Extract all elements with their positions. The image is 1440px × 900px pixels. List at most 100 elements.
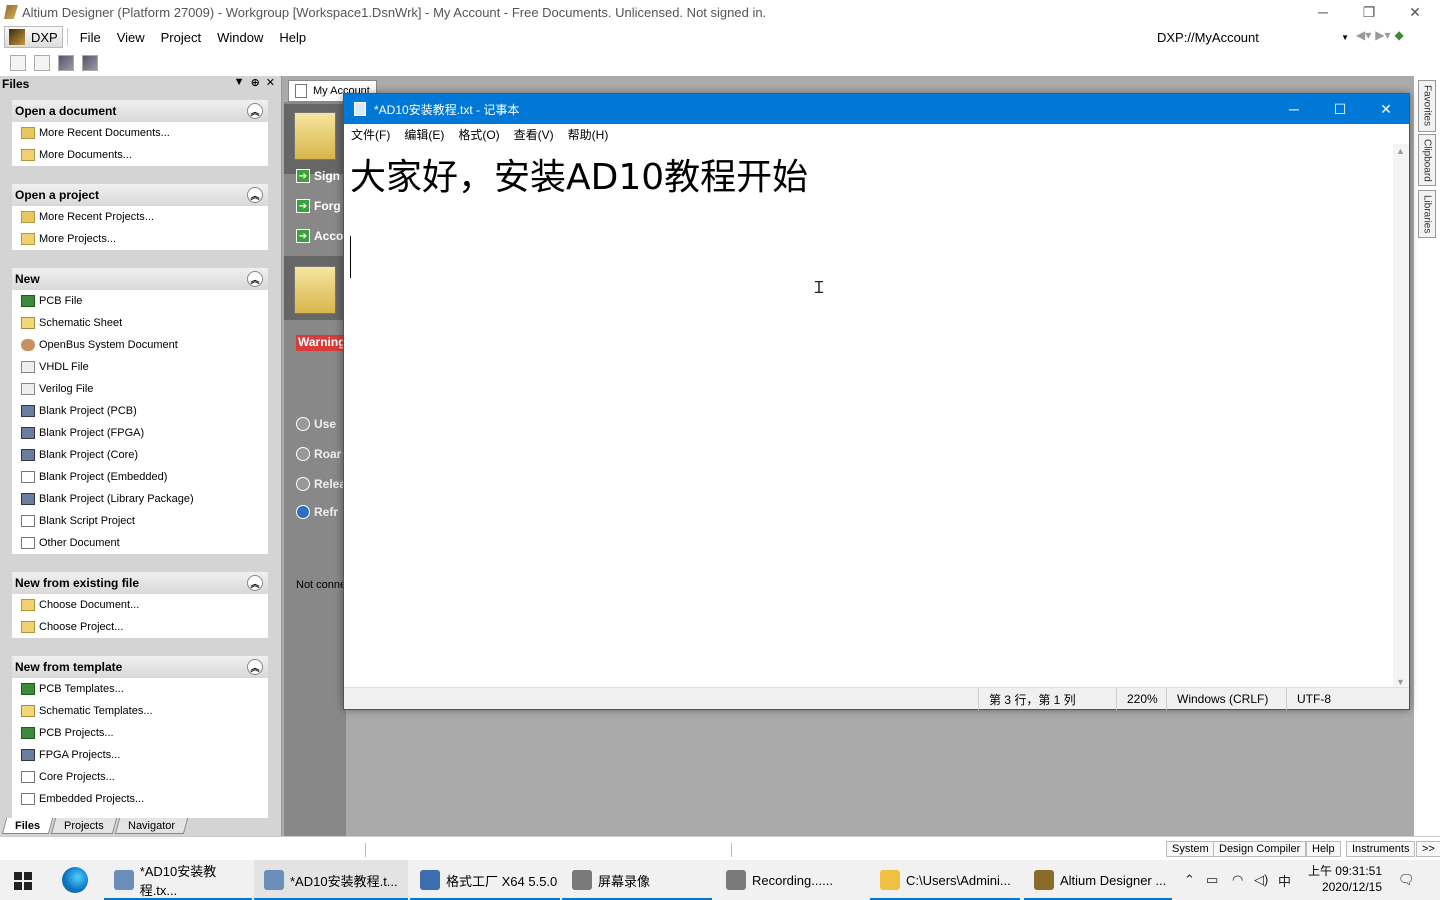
panel-menu-icon[interactable]: ▼: [234, 76, 245, 89]
scroll-up-icon[interactable]: ▲: [1396, 146, 1405, 156]
tab-files[interactable]: Files: [1, 818, 54, 834]
use-link[interactable]: Use: [296, 415, 336, 433]
refresh-link[interactable]: Refr: [296, 503, 338, 521]
forward-icon[interactable]: ▶▾: [1375, 28, 1390, 42]
section-header[interactable]: New from template ︽: [12, 656, 268, 678]
list-item[interactable]: VHDL File: [12, 356, 268, 378]
taskbar-item-altium[interactable]: Altium Designer ...: [1024, 860, 1172, 900]
dxp-menu[interactable]: DXP: [4, 26, 63, 48]
help-panel-button[interactable]: Help: [1306, 841, 1341, 857]
notepad-close-button[interactable]: ✕: [1363, 94, 1409, 124]
roam-link[interactable]: Roar: [296, 445, 341, 463]
taskbar-item-format-factory[interactable]: 格式工厂 X64 5.5.0: [410, 860, 560, 900]
section-header[interactable]: New from existing file ︽: [12, 572, 268, 594]
tab-libraries[interactable]: Libraries: [1418, 190, 1436, 238]
collapse-icon[interactable]: ︽: [247, 575, 263, 591]
menu-window[interactable]: Window: [209, 30, 271, 45]
forgot-link[interactable]: ➔ Forg: [296, 197, 341, 215]
chevron-down-icon[interactable]: ▼: [1341, 33, 1349, 42]
list-item[interactable]: Blank Script Project: [12, 510, 268, 532]
notepad-text-area[interactable]: 大家好，安装AD10教程开始 Ｉ: [344, 144, 1394, 689]
list-item[interactable]: Core Projects...: [12, 766, 268, 788]
menu-file-cn[interactable]: 文件(F): [351, 126, 390, 143]
device-icon[interactable]: [82, 55, 98, 71]
more-panels-button[interactable]: >>: [1416, 841, 1440, 857]
list-item[interactable]: PCB Templates...: [12, 678, 268, 700]
list-item[interactable]: OpenBus System Document: [12, 334, 268, 356]
notepad-vertical-scrollbar[interactable]: ▲ ▼: [1393, 144, 1409, 689]
list-item[interactable]: Embedded Projects...: [12, 788, 268, 810]
taskbar-item-notepad-1[interactable]: *AD10安装教程.tx...: [104, 860, 252, 900]
collapse-icon[interactable]: ︽: [247, 103, 263, 119]
system-panel-button[interactable]: System: [1166, 841, 1215, 857]
edge-browser-icon[interactable]: [62, 867, 88, 893]
tab-favorites[interactable]: Favorites: [1418, 80, 1436, 132]
notepad-maximize-button[interactable]: ☐: [1317, 94, 1363, 124]
list-item[interactable]: Blank Project (PCB): [12, 400, 268, 422]
list-item[interactable]: Blank Project (Embedded): [12, 466, 268, 488]
list-item[interactable]: Verilog File: [12, 378, 268, 400]
scroll-down-icon[interactable]: ▼: [1396, 677, 1405, 687]
close-button[interactable]: ✕: [1392, 0, 1438, 24]
sign-in-link[interactable]: ➔ Sign: [296, 167, 340, 185]
taskbar-item-explorer[interactable]: C:\Users\Admini...: [870, 860, 1020, 900]
list-item[interactable]: More Recent Documents...: [12, 122, 268, 144]
menu-file[interactable]: File: [72, 30, 109, 45]
pin-icon[interactable]: ⊕: [251, 76, 260, 89]
open-file-icon[interactable]: [34, 55, 50, 71]
address-bar[interactable]: DXP://MyAccount ▼: [1150, 26, 1354, 48]
new-file-icon[interactable]: [10, 55, 26, 71]
wifi-icon[interactable]: ◠: [1232, 860, 1243, 900]
list-item[interactable]: More Projects...: [12, 228, 268, 250]
notepad-minimize-button[interactable]: ─: [1271, 94, 1317, 124]
list-item[interactable]: More Recent Projects...: [12, 206, 268, 228]
list-item[interactable]: Blank Project (Library Package): [12, 488, 268, 510]
account-link[interactable]: ➔ Acco: [296, 227, 343, 245]
taskbar-item-notepad-2[interactable]: *AD10安装教程.t...: [254, 860, 408, 900]
section-header[interactable]: Open a project ︽: [12, 184, 268, 206]
menu-edit-cn[interactable]: 编辑(E): [404, 126, 444, 143]
list-item[interactable]: More Documents...: [12, 144, 268, 166]
notification-icon[interactable]: 🗨: [1398, 860, 1415, 900]
menu-help-cn[interactable]: 帮助(H): [568, 126, 609, 143]
home-icon[interactable]: ◆: [1395, 28, 1404, 42]
collapse-icon[interactable]: ︽: [247, 271, 263, 287]
menu-view-cn[interactable]: 查看(V): [514, 126, 554, 143]
volume-icon[interactable]: ◁): [1254, 860, 1268, 900]
taskbar-item-recording[interactable]: Recording......: [716, 860, 866, 900]
instruments-button[interactable]: Instruments: [1346, 841, 1416, 857]
list-item[interactable]: Blank Project (FPGA): [12, 422, 268, 444]
collapse-icon[interactable]: ︽: [247, 187, 263, 203]
minimize-button[interactable]: ─: [1300, 0, 1346, 24]
menu-view[interactable]: View: [109, 30, 153, 45]
list-item[interactable]: Schematic Sheet: [12, 312, 268, 334]
taskbar-clock[interactable]: 上午 09:31:51 2020/12/15: [1302, 863, 1382, 895]
design-compiler-button[interactable]: Design Compiler: [1213, 841, 1307, 857]
panel-close-icon[interactable]: ✕: [266, 76, 275, 89]
tab-clipboard[interactable]: Clipboard: [1418, 134, 1436, 186]
list-item[interactable]: Choose Document...: [12, 594, 268, 616]
layers-icon[interactable]: [58, 55, 74, 71]
menu-format-cn[interactable]: 格式(O): [458, 126, 499, 143]
back-icon[interactable]: ◀▾: [1356, 28, 1371, 42]
release-link[interactable]: Relea: [296, 475, 346, 493]
list-item[interactable]: Choose Project...: [12, 616, 268, 638]
list-item[interactable]: PCB File: [12, 290, 268, 312]
tab-navigator[interactable]: Navigator: [114, 818, 189, 834]
section-header[interactable]: New ︽: [12, 268, 268, 290]
tray-usb-icon[interactable]: ▭: [1206, 860, 1218, 900]
list-item[interactable]: PCB Projects...: [12, 722, 268, 744]
tray-chevron-up-icon[interactable]: ⌃: [1184, 860, 1195, 900]
restore-button[interactable]: ❐: [1346, 0, 1392, 24]
list-item[interactable]: FPGA Projects...: [12, 744, 268, 766]
section-header[interactable]: Open a document ︽: [12, 100, 268, 122]
list-item[interactable]: Schematic Templates...: [12, 700, 268, 722]
taskbar-item-screen-recorder[interactable]: 屏幕录像: [562, 860, 712, 900]
windows-start-icon[interactable]: [14, 872, 32, 890]
ime-indicator[interactable]: 中: [1278, 860, 1291, 900]
menu-project[interactable]: Project: [153, 30, 209, 45]
list-item[interactable]: Blank Project (Core): [12, 444, 268, 466]
tab-projects[interactable]: Projects: [50, 818, 117, 834]
menu-help[interactable]: Help: [271, 30, 314, 45]
list-item[interactable]: Other Document: [12, 532, 268, 554]
